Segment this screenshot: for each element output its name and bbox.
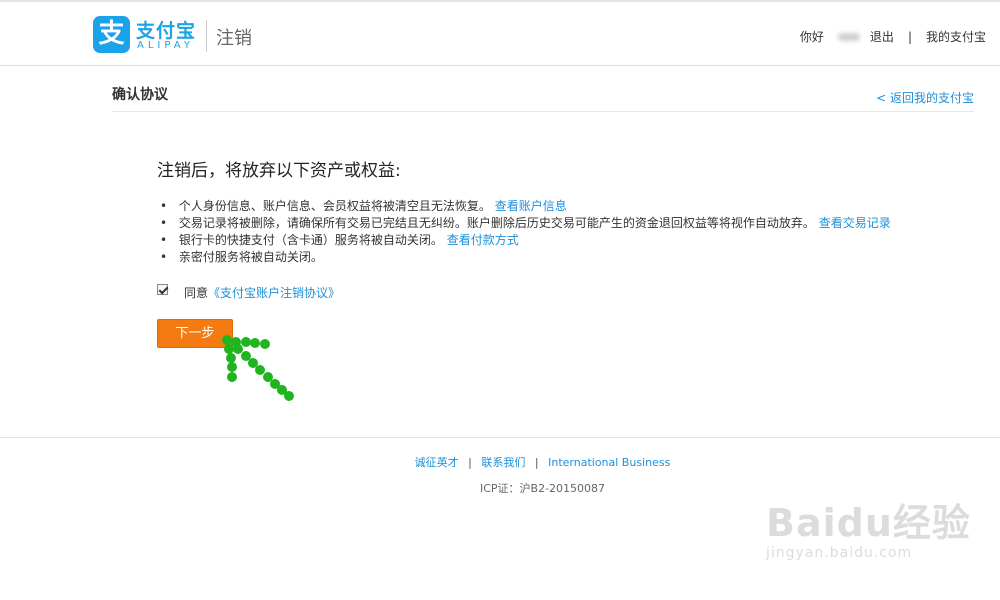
header-separator: | xyxy=(907,29,912,44)
agree-label: 同意 xyxy=(184,286,209,300)
footer-separator: | xyxy=(534,456,539,469)
careers-link[interactable]: 诚征英才 xyxy=(415,456,459,469)
agree-checkbox[interactable] xyxy=(157,284,168,295)
top-header: 支 支付宝 ALIPAY 注销 你好 退出 | 我的支付宝 xyxy=(0,0,1000,66)
cancellation-agreement-link[interactable]: 《支付宝账户注销协议》 xyxy=(208,284,340,301)
view-payment-methods-link[interactable]: 查看付款方式 xyxy=(447,233,519,247)
view-transaction-records-link[interactable]: 查看交易记录 xyxy=(819,216,891,230)
watermark-main-text: Baidu经验 xyxy=(766,501,971,545)
contact-us-link[interactable]: 联系我们 xyxy=(481,456,525,469)
agreement-row: 同意 《支付宝账户注销协议》 xyxy=(157,284,340,301)
footer-divider xyxy=(0,437,1000,438)
view-account-info-link[interactable]: 查看账户信息 xyxy=(495,199,567,213)
brand-name-cn: 支付宝 xyxy=(136,20,197,42)
footer-links: 诚征英才 | 联系我们 | International Business xyxy=(0,454,1000,470)
my-alipay-link[interactable]: 我的支付宝 xyxy=(926,28,986,45)
back-to-my-alipay-link[interactable]: < 返回我的支付宝 xyxy=(876,89,974,106)
list-item: 银行卡的快捷支付（含卡通）服务将被自动关闭。 查看付款方式 xyxy=(160,232,891,249)
international-business-link[interactable]: International Business xyxy=(548,456,670,469)
subheader: 确认协议 < 返回我的支付宝 xyxy=(112,84,974,112)
brand-divider xyxy=(206,20,207,52)
watermark-url-text: jingyan.baidu.com xyxy=(766,545,913,561)
list-item: 交易记录将被删除，请确保所有交易已完结且无纠纷。账户删除后历史交易可能产生的资金… xyxy=(160,215,891,232)
list-item-text: 银行卡的快捷支付（含卡通）服务将被自动关闭。 xyxy=(178,233,443,247)
list-item: 亲密付服务将被自动关闭。 xyxy=(160,249,891,266)
greeting-text: 你好 xyxy=(799,30,824,44)
page-subtitle: 注销 xyxy=(216,28,252,49)
alipay-logo-icon[interactable]: 支 xyxy=(93,16,130,53)
blurred-username xyxy=(837,32,860,41)
logout-link[interactable]: 退出 xyxy=(870,28,894,45)
footer-separator: | xyxy=(468,456,472,469)
cancellation-warning-title: 注销后，将放弃以下资产或权益: xyxy=(157,161,401,181)
green-arrow-annotation-icon xyxy=(222,335,294,401)
list-item: 个人身份信息、账户信息、会员权益将被清空且无法恢复。 查看账户信息 xyxy=(160,198,891,215)
list-item-text: 个人身份信息、账户信息、会员权益将被清空且无法恢复。 xyxy=(178,199,491,213)
list-item-text: 亲密付服务将被自动关闭。 xyxy=(178,250,323,264)
list-item-text: 交易记录将被删除，请确保所有交易已完结且无纠纷。账户删除后历史交易可能产生的资金… xyxy=(178,216,815,230)
forfeit-list: 个人身份信息、账户信息、会员权益将被清空且无法恢复。 查看账户信息 交易记录将被… xyxy=(160,198,891,266)
brand-name-en: ALIPAY xyxy=(137,40,194,51)
page-title: 确认协议 xyxy=(112,87,168,103)
user-area: 你好 退出 | 我的支付宝 xyxy=(800,28,986,45)
baidu-watermark: Baidu经验 jingyan.baidu.com xyxy=(766,492,971,561)
